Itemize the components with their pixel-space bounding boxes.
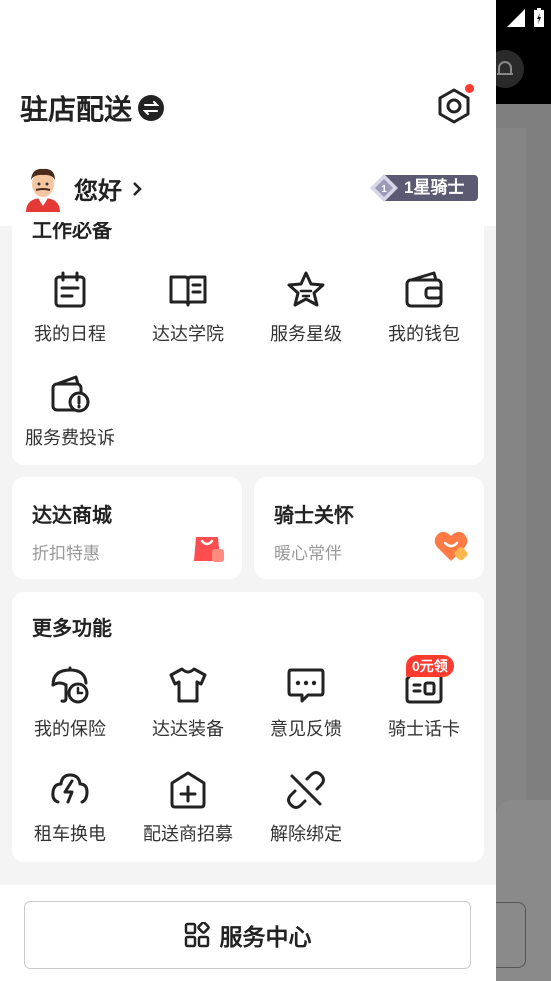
feature-feedback[interactable]: 意见反馈 bbox=[248, 665, 364, 741]
add-hexagon-icon bbox=[170, 771, 206, 809]
care-title: 骑士关怀 bbox=[274, 505, 354, 527]
tool-my-schedule[interactable]: 我的日程 bbox=[12, 270, 128, 346]
battery-icon bbox=[534, 8, 544, 27]
mall-title: 达达商城 bbox=[32, 505, 112, 527]
drawer-footer: 服务中心 bbox=[0, 885, 496, 981]
umbrella-clock-icon bbox=[51, 666, 89, 704]
background-panel bbox=[496, 128, 526, 808]
tool-service-rating[interactable]: 服务星级 bbox=[248, 270, 364, 346]
service-center-button[interactable]: 服务中心 bbox=[24, 901, 471, 969]
rider-care-card[interactable]: 骑士关怀 暖心常伴 bbox=[254, 477, 484, 579]
care-subtitle: 暖心常伴 bbox=[274, 544, 342, 563]
status-bar bbox=[507, 8, 545, 28]
greeting-text: 您好 bbox=[74, 178, 122, 205]
mall-subtitle: 折扣特惠 bbox=[32, 544, 100, 563]
profile-link[interactable]: 您好 bbox=[74, 171, 142, 206]
promo-badge: 0元领 bbox=[406, 655, 454, 677]
heart-icon bbox=[434, 531, 468, 561]
signal-icon bbox=[507, 9, 525, 27]
tool-my-wallet[interactable]: 我的钱包 bbox=[366, 270, 482, 346]
unlink-icon bbox=[287, 771, 325, 809]
shopping-bag-icon bbox=[194, 537, 224, 562]
rank-gem-icon: 1 bbox=[370, 174, 398, 202]
book-icon bbox=[169, 275, 207, 307]
complaint-wallet-icon bbox=[51, 375, 90, 413]
page-title: 驻店配送 bbox=[20, 94, 133, 125]
feature-rent-swap-battery[interactable]: 租车换电 bbox=[12, 770, 128, 846]
tools-card: 工作必备 我的日程 达达学院 服务星级 我的钱包 服务费投诉 bbox=[12, 222, 484, 465]
service-center-label: 服务中心 bbox=[219, 924, 312, 950]
bell-icon bbox=[497, 61, 513, 75]
background-button bbox=[496, 902, 526, 968]
feature-dada-equipment[interactable]: 达达装备 bbox=[130, 665, 246, 741]
more-section-title: 更多功能 bbox=[32, 618, 112, 640]
settings-button[interactable] bbox=[434, 84, 474, 126]
notification-dot bbox=[465, 84, 474, 93]
star-icon bbox=[287, 271, 325, 307]
feature-distributor-recruit[interactable]: 配送商招募 bbox=[130, 770, 246, 846]
dada-mall-card[interactable]: 达达商城 折扣特惠 bbox=[12, 477, 242, 579]
side-drawer: 驻店配送 您好 1星骑士 1 工作必备 我的日程 达达学院 服务星级 我的钱包 … bbox=[0, 0, 496, 981]
wallet-icon bbox=[405, 271, 443, 308]
chevron-right-icon bbox=[133, 181, 142, 196]
grid-apps-icon bbox=[184, 922, 210, 948]
tools-section-title: 工作必备 bbox=[32, 222, 112, 242]
battery-swap-icon bbox=[51, 773, 89, 804]
tool-dada-academy[interactable]: 达达学院 bbox=[130, 270, 246, 346]
feature-my-insurance[interactable]: 我的保险 bbox=[12, 665, 128, 741]
station-switcher[interactable]: 驻店配送 bbox=[20, 88, 165, 128]
more-features-card: 更多功能 我的保险 达达装备 意见反馈 骑士话卡 租车换电 配送商招募 解除绑定 bbox=[12, 592, 484, 862]
tool-fee-complaint[interactable]: 服务费投诉 bbox=[12, 374, 128, 450]
feedback-icon bbox=[287, 668, 325, 703]
shirt-icon bbox=[169, 667, 207, 703]
calendar-icon bbox=[54, 271, 86, 308]
feature-unbind[interactable]: 解除绑定 bbox=[248, 770, 364, 846]
swap-icon bbox=[138, 95, 165, 121]
svg-text:1: 1 bbox=[381, 184, 387, 195]
avatar[interactable] bbox=[22, 166, 64, 212]
drawer-header: 驻店配送 您好 1星骑士 1 bbox=[0, 0, 496, 226]
rank-badge[interactable]: 1星骑士 1 bbox=[368, 173, 478, 202]
